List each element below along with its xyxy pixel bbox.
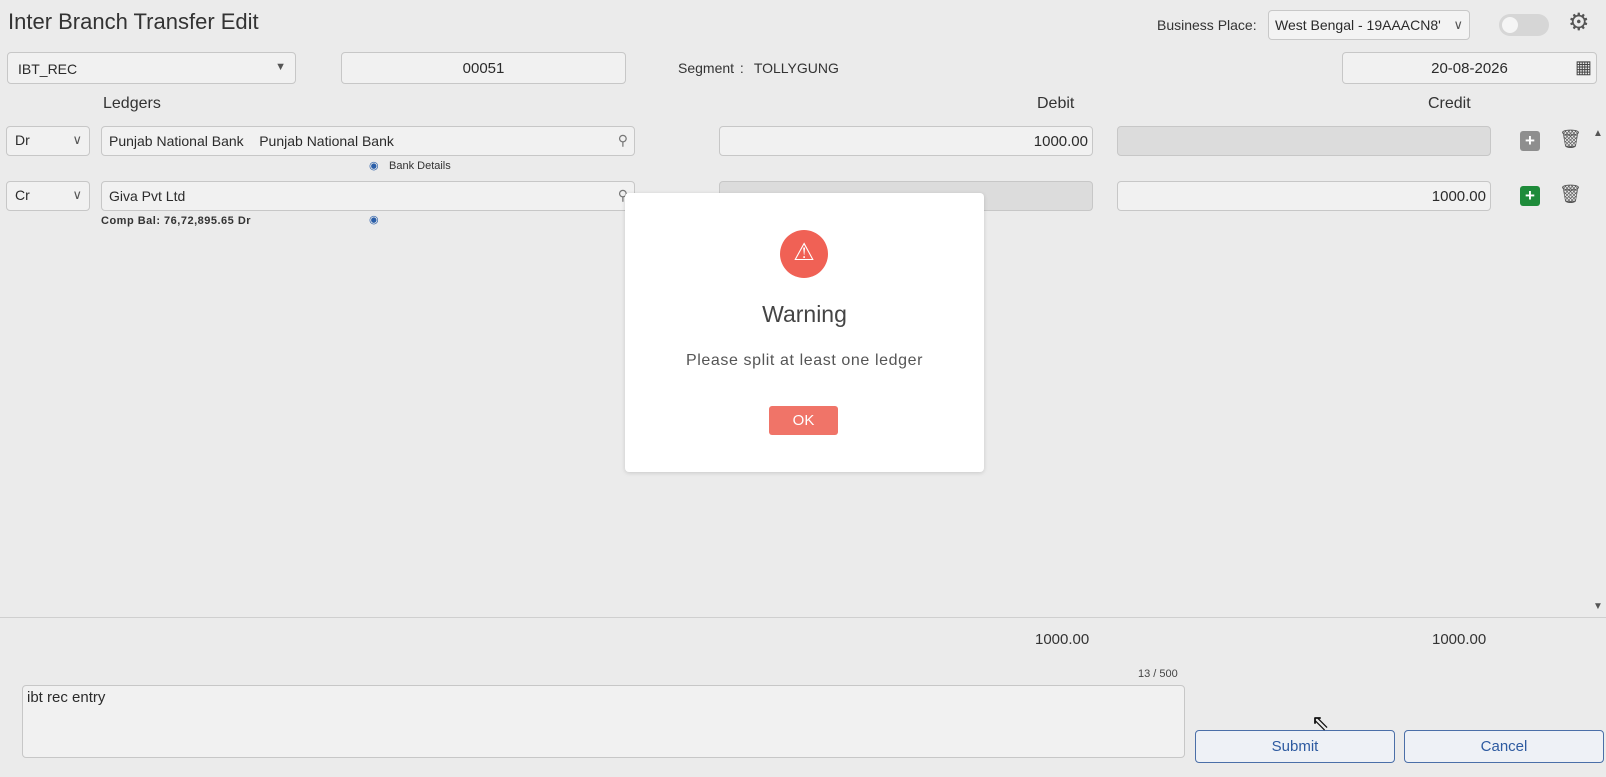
gear-icon[interactable]: ⚙ bbox=[1568, 11, 1590, 35]
credit-input[interactable]: 1000.00 bbox=[1117, 181, 1491, 211]
page-title: Inter Branch Transfer Edit bbox=[8, 9, 259, 34]
search-icon[interactable]: ⚲ bbox=[618, 132, 628, 149]
dr-cr-value: Dr bbox=[15, 132, 30, 148]
bank-details-link[interactable]: Bank Details bbox=[389, 160, 451, 172]
cancel-button[interactable]: Cancel bbox=[1404, 730, 1604, 763]
add-row-icon[interactable]: + bbox=[1520, 186, 1540, 206]
date-field[interactable]: 20-08-2026 ▦ bbox=[1342, 52, 1597, 84]
toggle-switch[interactable] bbox=[1499, 14, 1549, 36]
dialog-message: Please split at least one ledger bbox=[685, 352, 924, 369]
divider bbox=[0, 617, 1606, 618]
ledger-input[interactable]: Punjab National Bank Punjab National Ban… bbox=[101, 126, 635, 156]
narration-textarea[interactable]: ibt rec entry bbox=[22, 685, 1185, 758]
segment-info: Segment : TOLLYGUNG bbox=[678, 60, 839, 76]
mouse-cursor-icon: ⇖ bbox=[1311, 710, 1330, 735]
date-value: 20-08-2026 bbox=[1431, 60, 1508, 77]
trash-icon[interactable]: 🗑 bbox=[1559, 129, 1582, 150]
chevron-down-icon: ∨ bbox=[72, 187, 82, 202]
company-balance: Comp Bal: 76,72,895.65 Dr bbox=[101, 215, 252, 227]
chevron-down-icon: ∨ bbox=[1453, 17, 1463, 32]
segment-value: TOLLYGUNG bbox=[753, 60, 839, 76]
voucher-type-value: IBT_REC bbox=[18, 61, 78, 77]
scroll-up-icon[interactable]: ▲ bbox=[1593, 128, 1603, 139]
dr-cr-select[interactable]: Cr ∨ bbox=[6, 181, 90, 211]
ledger-value: Giva Pvt Ltd bbox=[109, 188, 186, 204]
ledger-value: Punjab National Bank Punjab National Ban… bbox=[109, 133, 394, 149]
calendar-icon[interactable]: ▦ bbox=[1575, 57, 1592, 78]
segment-label: Segment : bbox=[678, 60, 744, 76]
eye-icon[interactable]: ◉ bbox=[369, 159, 379, 172]
chevron-down-icon: ∨ bbox=[72, 132, 82, 147]
dialog-title: Warning bbox=[762, 301, 847, 327]
debit-input[interactable]: 1000.00 bbox=[719, 126, 1093, 156]
narration-counter: 13 / 500 bbox=[1138, 668, 1178, 680]
debit-header: Debit bbox=[1037, 95, 1075, 112]
business-place-select[interactable]: West Bengal - 19AAACN8' ∨ bbox=[1268, 10, 1470, 40]
credit-header: Credit bbox=[1428, 95, 1471, 112]
dr-cr-value: Cr bbox=[15, 187, 30, 203]
warning-icon: ⚠ bbox=[780, 230, 828, 278]
voucher-number-field[interactable]: 00051 bbox=[341, 52, 626, 84]
ledgers-header: Ledgers bbox=[103, 95, 161, 112]
eye-icon[interactable]: ◉ bbox=[369, 213, 379, 226]
warning-dialog: ⚠ Warning Please split at least one ledg… bbox=[625, 193, 984, 472]
add-row-icon[interactable]: + bbox=[1520, 131, 1540, 151]
total-debit: 1000.00 bbox=[1035, 631, 1090, 648]
business-place-label: Business Place: bbox=[1157, 17, 1257, 33]
ledger-input[interactable]: Giva Pvt Ltd ⚲ bbox=[101, 181, 635, 211]
business-place-value: West Bengal - 19AAACN8' bbox=[1275, 17, 1441, 33]
caret-down-icon: ▼ bbox=[275, 61, 286, 73]
scroll-down-icon[interactable]: ▼ bbox=[1593, 601, 1603, 612]
voucher-type-select[interactable]: IBT_REC ▼ bbox=[7, 52, 296, 84]
credit-input bbox=[1117, 126, 1491, 156]
ok-button[interactable]: OK bbox=[769, 406, 838, 435]
dr-cr-select[interactable]: Dr ∨ bbox=[6, 126, 90, 156]
total-credit: 1000.00 bbox=[1432, 631, 1487, 648]
submit-button[interactable]: Submit bbox=[1195, 730, 1395, 763]
trash-icon[interactable]: 🗑 bbox=[1559, 184, 1582, 205]
toggle-knob bbox=[1502, 17, 1518, 33]
